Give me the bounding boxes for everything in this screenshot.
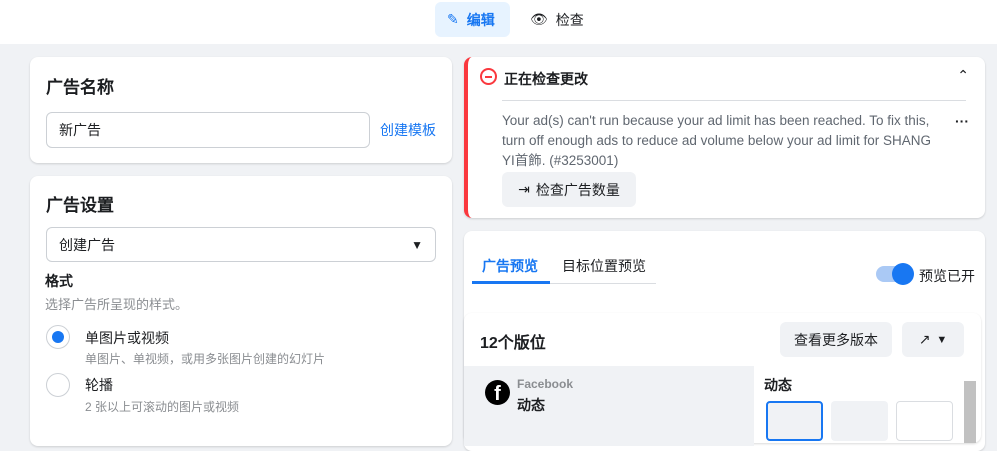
placements-count: 12个版位	[480, 335, 546, 352]
tab-review-label: 检查	[555, 11, 584, 28]
thumbnail[interactable]	[896, 401, 953, 441]
option-label: 轮播	[85, 377, 113, 393]
ad-name-title: 广告名称	[46, 78, 114, 97]
placements-panel: 12个版位 查看更多版本 ↗ ▼ f Facebook 动态 动态	[464, 313, 981, 446]
active-tab-indicator	[472, 281, 550, 284]
alert-message: Your ad(s) can't run because your ad lim…	[502, 113, 931, 168]
external-link-icon: ↗	[918, 331, 931, 347]
radio-carousel[interactable]	[46, 373, 70, 397]
create-template-link[interactable]: 创建模板	[380, 120, 436, 140]
caret-down-icon: ▼	[411, 237, 423, 252]
tab-review[interactable]: 👁 检查	[518, 2, 596, 37]
ad-settings-card: 广告设置 创建广告 ▼ 格式 选择广告所呈现的样式。 单图片或视频 单图片、单视…	[30, 176, 452, 446]
format-label: 格式	[45, 273, 73, 289]
placement-label: 动态	[517, 397, 545, 413]
more-icon[interactable]: ···	[955, 113, 969, 129]
toggle-label: 预览已开	[919, 268, 975, 284]
select-value: 创建广告	[59, 236, 115, 253]
tab-edit[interactable]: ✎ 编辑	[435, 2, 510, 37]
tab-underline	[550, 283, 656, 284]
alert-title: 正在检查更改	[504, 71, 588, 87]
scrollbar[interactable]	[964, 381, 976, 443]
eye-icon: 👁	[530, 11, 548, 27]
share-dropdown-button[interactable]: ↗ ▼	[902, 322, 964, 357]
option-desc: 单图片、单视频，或用多张图片创建的幻灯片	[85, 352, 326, 366]
button-label: 检查广告数量	[535, 181, 620, 198]
section-label: 动态	[764, 377, 792, 393]
option-desc: 2 张以上可滚动的图片或视频	[85, 400, 240, 414]
caret-down-icon: ▼	[936, 333, 948, 346]
ad-settings-title: 广告设置	[46, 196, 114, 215]
tab-placement-preview[interactable]: 目标位置预览	[562, 256, 646, 276]
top-bar: ✎ 编辑 👁 检查	[0, 0, 997, 44]
review-alert-card: 正在检查更改 ⌃ Your ad(s) can't run because yo…	[464, 57, 985, 218]
facebook-icon: f	[485, 380, 510, 405]
more-versions-button[interactable]: 查看更多版本	[780, 322, 892, 357]
check-ad-count-button[interactable]: ⇥ 检查广告数量	[502, 172, 636, 207]
platform-label: Facebook	[517, 377, 574, 391]
pencil-icon: ✎	[447, 11, 459, 27]
placement-item[interactable]: f Facebook 动态	[464, 366, 754, 446]
exit-icon: ⇥	[518, 181, 530, 197]
divider	[502, 100, 966, 101]
ad-name-card: 广告名称 新广告 创建模板	[30, 57, 452, 163]
preview-toggle[interactable]	[876, 263, 914, 285]
tab-ad-preview[interactable]: 广告预览	[482, 256, 538, 276]
thumbnail[interactable]	[831, 401, 888, 441]
option-label: 单图片或视频	[85, 330, 169, 346]
thumbnail-selected[interactable]	[766, 401, 823, 441]
ad-name-input[interactable]: 新广告	[46, 112, 370, 148]
error-icon	[480, 68, 497, 85]
chevron-up-icon[interactable]: ⌃	[957, 67, 969, 84]
create-ad-select[interactable]: 创建广告 ▼	[46, 227, 436, 262]
format-desc: 选择广告所呈现的样式。	[45, 297, 189, 312]
radio-single-image[interactable]	[46, 325, 70, 349]
tab-edit-label: 编辑	[466, 11, 495, 28]
